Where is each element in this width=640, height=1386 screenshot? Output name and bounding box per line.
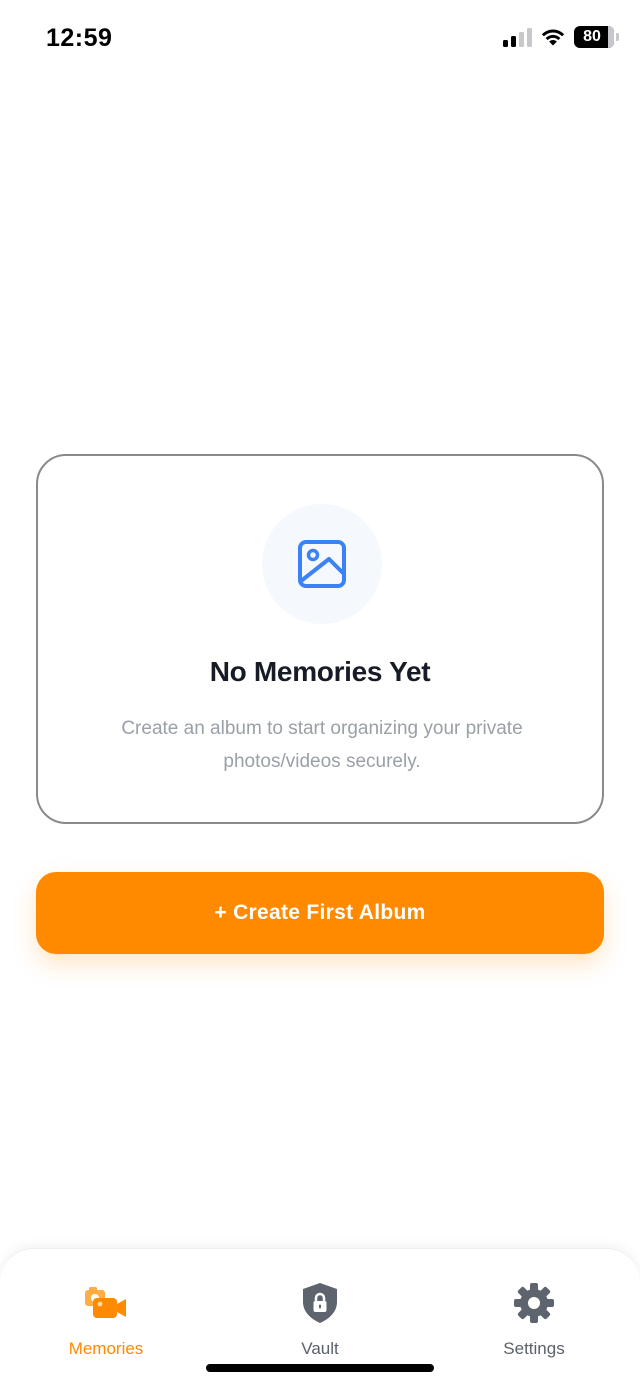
gear-icon — [510, 1281, 558, 1325]
status-bar: 12:59 80 — [0, 0, 640, 80]
camera-video-icon — [82, 1281, 130, 1325]
tab-vault[interactable]: Vault — [240, 1281, 400, 1361]
empty-state-description: Create an album to start organizing your… — [121, 718, 523, 772]
tab-label-memories: Memories — [68, 1339, 144, 1358]
empty-state-icon-circle — [262, 504, 382, 624]
battery-level: 80 — [583, 28, 601, 45]
status-icons: 80 — [503, 26, 619, 48]
empty-state-title: No Memories Yet — [209, 656, 431, 687]
battery-icon: 80 — [574, 26, 619, 48]
status-time: 12:59 — [46, 24, 113, 52]
wifi-icon — [541, 29, 565, 46]
empty-state-card: No Memories Yet Create an album to start… — [36, 454, 604, 824]
tab-memories[interactable]: Memories — [26, 1281, 186, 1361]
home-indicator — [206, 1364, 434, 1372]
screen: 12:59 80 No Memories Yet Create an album… — [0, 0, 640, 1386]
cellular-signal-icon — [503, 27, 532, 47]
tab-settings[interactable]: Settings — [454, 1281, 614, 1361]
tab-label-settings: Settings — [503, 1339, 565, 1358]
tab-label-vault: Vault — [301, 1339, 339, 1358]
shield-lock-icon — [296, 1281, 344, 1325]
image-icon — [298, 540, 346, 588]
create-first-album-button[interactable]: + Create First Album — [36, 872, 604, 954]
